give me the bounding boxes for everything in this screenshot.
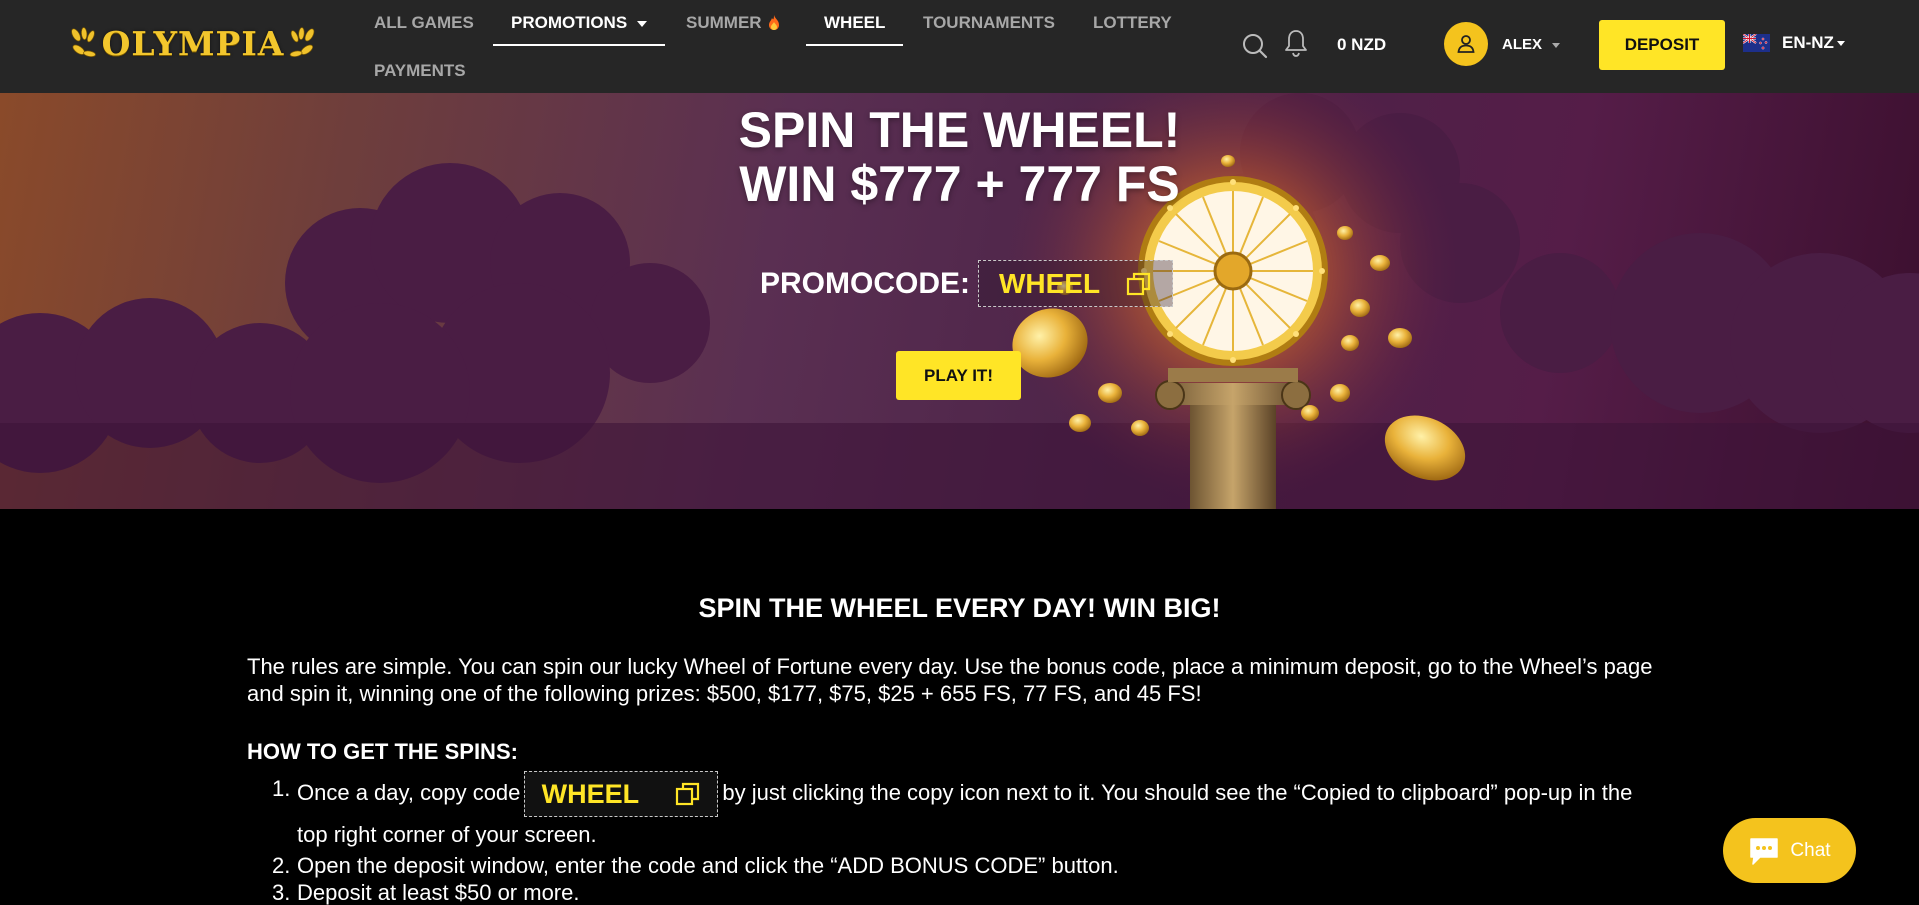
nav-summer[interactable]: SUMMER: [686, 13, 780, 33]
nav-wheel-label: WHEEL: [824, 13, 886, 32]
top-header: OLYMPIA ALL GAMES PROMOTIONS SUMMER WHEE…: [0, 0, 1919, 93]
chevron-down-icon: [1836, 40, 1845, 46]
language-label: EN-NZ: [1782, 33, 1834, 52]
laurel-right-icon: [290, 27, 315, 57]
fire-icon: [769, 15, 780, 30]
nav-all-games[interactable]: ALL GAMES: [374, 13, 474, 33]
nav-tournaments[interactable]: TOURNAMENTS: [923, 13, 1055, 33]
olympia-logo[interactable]: OLYMPIA: [68, 17, 318, 69]
laurel-left-icon: [71, 27, 96, 57]
active-underline: [806, 44, 904, 46]
deposit-button[interactable]: DEPOSIT: [1599, 20, 1725, 70]
list-item: 1. Once a day, copy code WHEEL by just c…: [247, 771, 1667, 852]
section-heading: SPIN THE WHEEL EVERY DAY! WIN BIG!: [698, 593, 1221, 623]
user-icon: [1457, 35, 1475, 53]
chat-label: Chat: [1790, 839, 1831, 861]
chevron-down-icon: [1552, 42, 1561, 48]
hero-title-line2: WIN $777 + 777 FS: [739, 156, 1180, 212]
play-it-button[interactable]: PLAY IT!: [896, 351, 1021, 400]
username-label: ALEX: [1502, 36, 1543, 53]
nav-lottery[interactable]: LOTTERY: [1093, 13, 1172, 33]
copy-icon[interactable]: [675, 781, 701, 807]
nav-payments[interactable]: PAYMENTS: [374, 61, 466, 81]
list-item: 2. Open the deposit window, enter the co…: [247, 852, 1667, 879]
nav-promotions[interactable]: PROMOTIONS: [493, 13, 666, 46]
rules-paragraph: The rules are simple. You can spin our l…: [247, 654, 1653, 706]
step-promo-code-box[interactable]: WHEEL: [524, 771, 719, 817]
chat-button[interactable]: Chat: [1723, 818, 1856, 883]
step-text: Open the deposit window, enter the code …: [297, 853, 1119, 878]
step-promo-code-text: WHEEL: [541, 778, 640, 809]
language-selector[interactable]: EN-NZ: [1743, 33, 1845, 53]
nav-promotions-label: PROMOTIONS: [511, 13, 628, 32]
nav-summer-label: SUMMER: [686, 13, 762, 32]
bell-icon[interactable]: [1284, 28, 1308, 58]
new-zealand-flag-icon: [1743, 34, 1770, 52]
copy-icon[interactable]: [1126, 271, 1152, 297]
content-section: SPIN THE WHEEL EVERY DAY! WIN BIG! The r…: [0, 509, 1919, 905]
steps-list: 1. Once a day, copy code WHEEL by just c…: [247, 771, 1667, 905]
main-nav: ALL GAMES PROMOTIONS SUMMER WHEEL TOURNA…: [373, 0, 1193, 93]
balance-amount[interactable]: 0 NZD: [1337, 35, 1386, 55]
promo-code-text: WHEEL: [998, 267, 1101, 299]
nav-all-games-label: ALL GAMES: [374, 13, 474, 32]
how-to-title: HOW TO GET THE SPINS:: [247, 739, 518, 764]
nav-tournaments-label: TOURNAMENTS: [923, 13, 1055, 32]
active-underline: [493, 44, 666, 46]
step-number: 3.: [272, 880, 291, 905]
logo-text: OLYMPIA: [101, 23, 285, 63]
promo-code-box[interactable]: WHEEL: [978, 260, 1173, 307]
chevron-down-icon: [637, 20, 648, 27]
step-number: 2.: [272, 853, 291, 878]
hero-banner: SPIN THE WHEEL! WIN $777 + 777 FS PROMOC…: [0, 93, 1919, 509]
step-number: 1.: [272, 776, 291, 801]
nav-wheel[interactable]: WHEEL: [806, 13, 904, 46]
chat-bubble-icon: [1750, 837, 1779, 865]
user-avatar[interactable]: [1444, 22, 1488, 66]
list-item: 3. Deposit at least $50 or more.: [247, 879, 1667, 905]
search-icon[interactable]: [1242, 33, 1268, 59]
step-text-before: Once a day, copy code: [297, 779, 521, 805]
promo-code-row: PROMOCODE: WHEEL: [760, 260, 1173, 307]
nav-lottery-label: LOTTERY: [1093, 13, 1172, 32]
hero-title-line1: SPIN THE WHEEL!: [738, 102, 1181, 158]
step-text: Deposit at least $50 or more.: [297, 880, 580, 905]
nav-payments-label: PAYMENTS: [374, 61, 466, 80]
promo-label: PROMOCODE:: [760, 266, 970, 300]
user-menu[interactable]: ALEX: [1502, 36, 1561, 53]
